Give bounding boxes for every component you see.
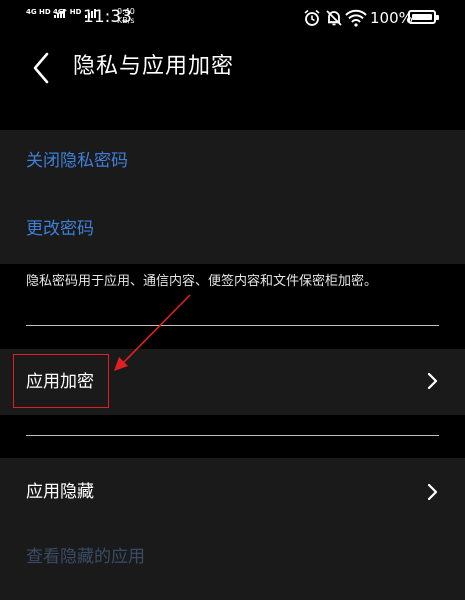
network-speed: 0.40 KB/s bbox=[117, 7, 135, 25]
view-hidden-apps-button[interactable]: 查看隐藏的应用 bbox=[26, 545, 145, 569]
network-2-label: 4G⁺ HD bbox=[53, 8, 82, 16]
change-password-button[interactable]: 更改密码 bbox=[26, 217, 94, 241]
wifi-icon bbox=[345, 9, 367, 27]
privacy-password-panel: 关闭隐私密码 更改密码 bbox=[0, 130, 465, 264]
annotation-highlight-box bbox=[13, 354, 109, 408]
battery-percentage: 100% bbox=[370, 9, 413, 27]
speed-value: 0.40 bbox=[117, 7, 135, 16]
app-hide-panel: 应用隐藏 查看隐藏的应用 bbox=[0, 458, 465, 600]
battery-icon bbox=[408, 10, 439, 24]
speed-unit: KB/s bbox=[117, 16, 135, 25]
chevron-right-icon[interactable] bbox=[424, 482, 440, 502]
divider bbox=[26, 325, 439, 326]
page-title: 隐私与应用加密 bbox=[73, 54, 235, 79]
close-privacy-password-button[interactable]: 关闭隐私密码 bbox=[26, 149, 128, 173]
divider bbox=[26, 435, 439, 436]
privacy-password-note: 隐私密码用于应用、通信内容、便签内容和文件保密柜加密。 bbox=[26, 274, 378, 289]
app-hide-item[interactable]: 应用隐藏 bbox=[26, 480, 94, 504]
network-1-label: 4G HD bbox=[26, 8, 51, 16]
status-bar: 4G HD 4G⁺ HD 11:33 0.40 KB/s 100% bbox=[0, 0, 465, 36]
chevron-right-icon bbox=[427, 372, 438, 390]
alarm-icon bbox=[304, 9, 320, 26]
mute-bell-icon bbox=[326, 10, 342, 26]
chevron-left-icon[interactable] bbox=[26, 50, 60, 86]
